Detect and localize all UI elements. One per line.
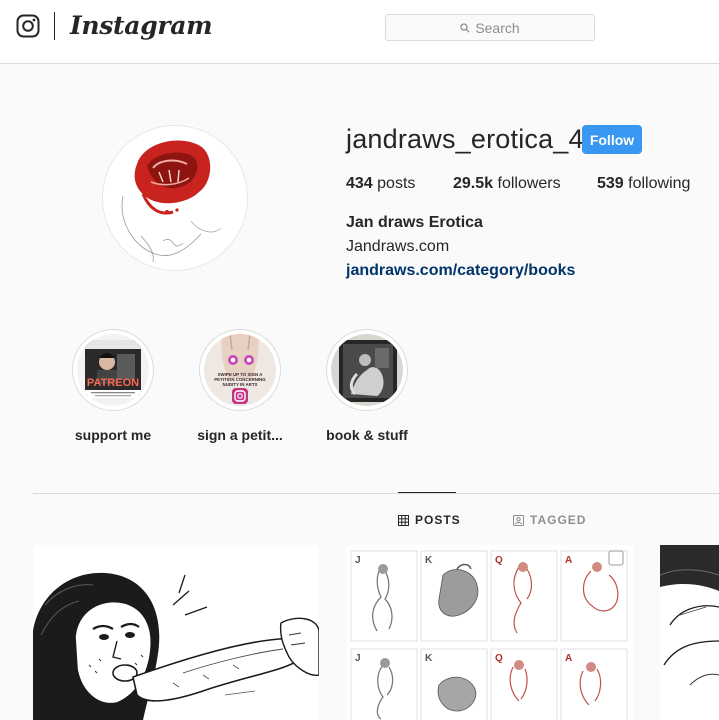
stat-followers-label: followers (497, 175, 561, 192)
highlight-sign-a-petition[interactable]: SWIPE UP TO SIGN A PETITION CONCERNING N… (185, 329, 295, 443)
highlight-thumbnail: PATREON (77, 334, 149, 406)
highlight-label: sign a petit... (197, 427, 283, 443)
tag-icon (513, 514, 524, 526)
highlight-label: book & stuff (326, 427, 408, 443)
tab-tagged-label: TAGGED (530, 513, 587, 527)
search-placeholder: Search (475, 19, 520, 36)
highlight-label: support me (74, 427, 152, 443)
highlight-ring (326, 329, 408, 411)
profile-bio: Jandraws.com (346, 238, 450, 255)
patreon-wordmark: PATREON (87, 377, 139, 389)
stat-following-label: following (628, 175, 691, 192)
card-rank: J (355, 555, 361, 566)
card-rank: Q (495, 653, 503, 664)
tab-tagged[interactable]: TAGGED (513, 513, 586, 527)
profile-full-name: Jan draws Erotica (346, 214, 483, 231)
stat-followers[interactable]: 29.5k followers (453, 175, 561, 193)
grid-icon (398, 514, 409, 526)
profile-username: jandraws_erotica_4 (346, 124, 584, 154)
stat-following-value: 539 (597, 175, 624, 192)
highlight-book-and-stuff[interactable]: book & stuff (312, 329, 422, 443)
tabs-divider (33, 493, 719, 494)
instagram-wordmark[interactable]: Instagram (70, 11, 213, 40)
highlight-ring: SWIPE UP TO SIGN A PETITION CONCERNING N… (199, 329, 281, 411)
card-rank: A (565, 555, 572, 566)
petition-thumb-text: SWIPE UP TO SIGN A PETITION CONCERNING N… (214, 372, 266, 386)
search-input[interactable]: Search (385, 14, 595, 41)
stat-followers-value: 29.5k (453, 175, 494, 192)
stat-posts-label: posts (377, 175, 416, 192)
post-playing-cards-artwork: J K Q A J K Q A (347, 545, 633, 720)
profile-avatar[interactable] (102, 125, 248, 271)
stat-posts: 434 posts (346, 175, 415, 193)
card-rank: J (355, 653, 361, 664)
profile-website-link[interactable]: jandraws.com/category/books (346, 262, 575, 280)
highlight-ring: PATREON (72, 329, 154, 411)
carousel-indicator-icon (608, 550, 624, 566)
post-thumbnail[interactable] (33, 545, 319, 720)
card-rank: K (425, 555, 433, 566)
follow-button[interactable]: Follow (582, 125, 642, 154)
highlight-support-me[interactable]: PATREON support me (58, 329, 168, 443)
highlight-thumbnail: SWIPE UP TO SIGN A PETITION CONCERNING N… (204, 334, 276, 406)
search-icon (460, 22, 470, 33)
top-navigation-bar: Instagram Search (0, 0, 719, 64)
stat-posts-value: 434 (346, 175, 373, 192)
post-sketch-artwork (33, 545, 319, 720)
tab-posts[interactable]: POSTS (398, 513, 461, 527)
card-rank: A (565, 653, 572, 664)
tab-posts-label: POSTS (415, 513, 461, 527)
highlight-thumbnail (331, 334, 403, 406)
active-tab-indicator (398, 492, 456, 493)
instagram-logo-icon[interactable] (16, 14, 40, 38)
post-thumbnail[interactable] (660, 545, 719, 720)
header-divider (54, 12, 55, 40)
post-sketch-artwork (660, 545, 719, 720)
card-rank: K (425, 653, 433, 664)
post-thumbnail[interactable]: J K Q A J K Q A (347, 545, 633, 720)
card-rank: Q (495, 555, 503, 566)
avatar-artwork (103, 126, 247, 270)
stat-following[interactable]: 539 following (597, 175, 690, 193)
